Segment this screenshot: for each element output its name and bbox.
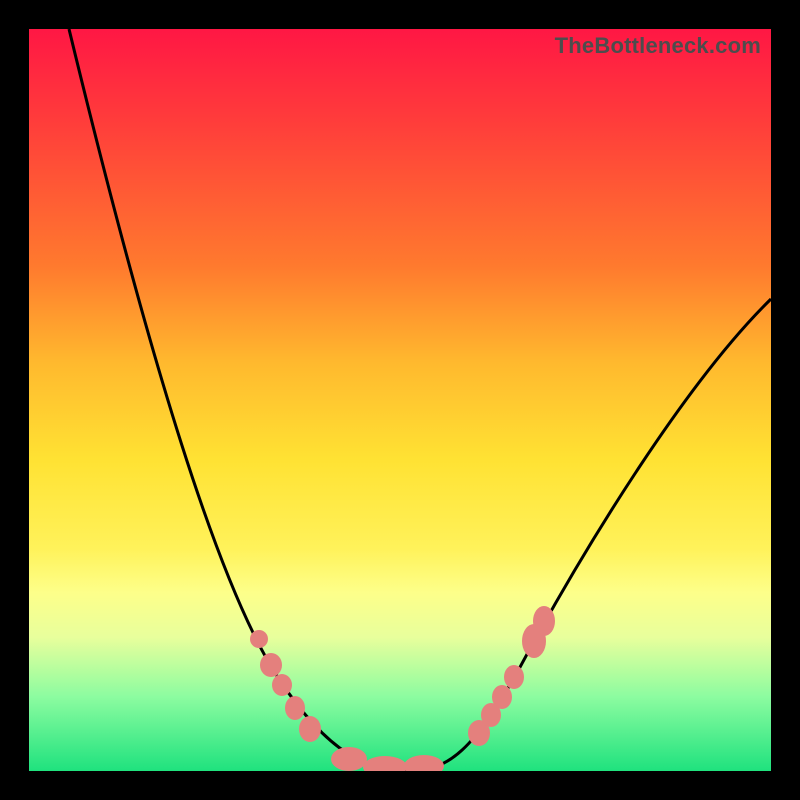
plot-area: TheBottleneck.com [29, 29, 771, 771]
watermark-text: TheBottleneck.com [555, 33, 761, 59]
curve-marker-0 [250, 630, 268, 648]
bottleneck-curve-svg [29, 29, 771, 771]
curve-marker-10 [492, 685, 512, 709]
curve-marker-2 [272, 674, 292, 696]
curve-marker-4 [299, 716, 321, 742]
curve-marker-7 [404, 755, 444, 771]
curve-marker-8 [468, 720, 490, 746]
marker-group [250, 606, 555, 771]
curve-marker-3 [285, 696, 305, 720]
chart-frame: TheBottleneck.com [0, 0, 800, 800]
curve-marker-5 [331, 747, 367, 771]
bottleneck-curve [69, 29, 771, 771]
curve-marker-6 [363, 756, 407, 771]
curve-marker-11 [504, 665, 524, 689]
curve-marker-9 [481, 703, 501, 727]
curve-marker-13 [533, 606, 555, 636]
curve-marker-12 [522, 624, 546, 658]
curve-marker-1 [260, 653, 282, 677]
